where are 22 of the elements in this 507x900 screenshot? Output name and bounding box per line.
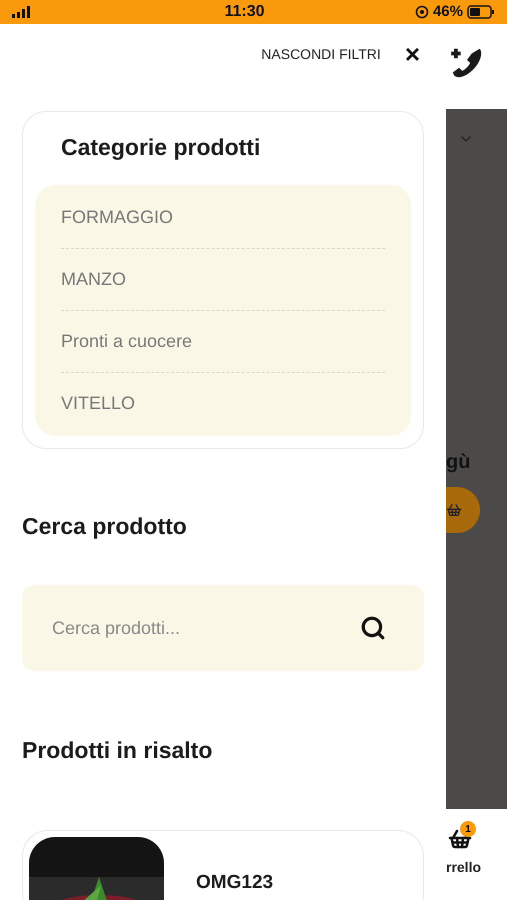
category-item[interactable]: VITELLO <box>61 392 136 412</box>
category-item[interactable]: FORMAGGIO <box>61 206 173 226</box>
categories-title: Categorie prodotti <box>60 133 262 162</box>
battery-icon <box>466 5 495 19</box>
rotation-lock-icon <box>414 5 429 19</box>
cart-icon[interactable] <box>448 827 472 851</box>
battery-percent: 46% <box>432 2 463 22</box>
category-item[interactable]: MANZO <box>61 268 126 288</box>
search-field[interactable]: Cerca prodotti... <box>22 585 424 671</box>
category-item[interactable]: Pronti a cuocere <box>61 330 192 350</box>
cart-label-fragment[interactable]: rrello <box>446 857 482 878</box>
hide-filters-link[interactable]: NASCONDI FILTRI <box>261 44 381 64</box>
featured-title: Prodotti in risalto <box>22 736 214 765</box>
clock: 11:30 <box>224 2 264 22</box>
basket-icon <box>446 502 462 518</box>
cart-badge: 1 <box>460 821 476 837</box>
close-button[interactable]: × <box>404 41 420 67</box>
search-icon[interactable] <box>360 615 386 641</box>
product-heading-fragment: gù <box>446 450 470 475</box>
product-name: OMG123 <box>196 870 274 894</box>
product-card[interactable]: OMG123 <box>22 830 424 900</box>
search-title: Cerca prodotto <box>22 512 188 541</box>
